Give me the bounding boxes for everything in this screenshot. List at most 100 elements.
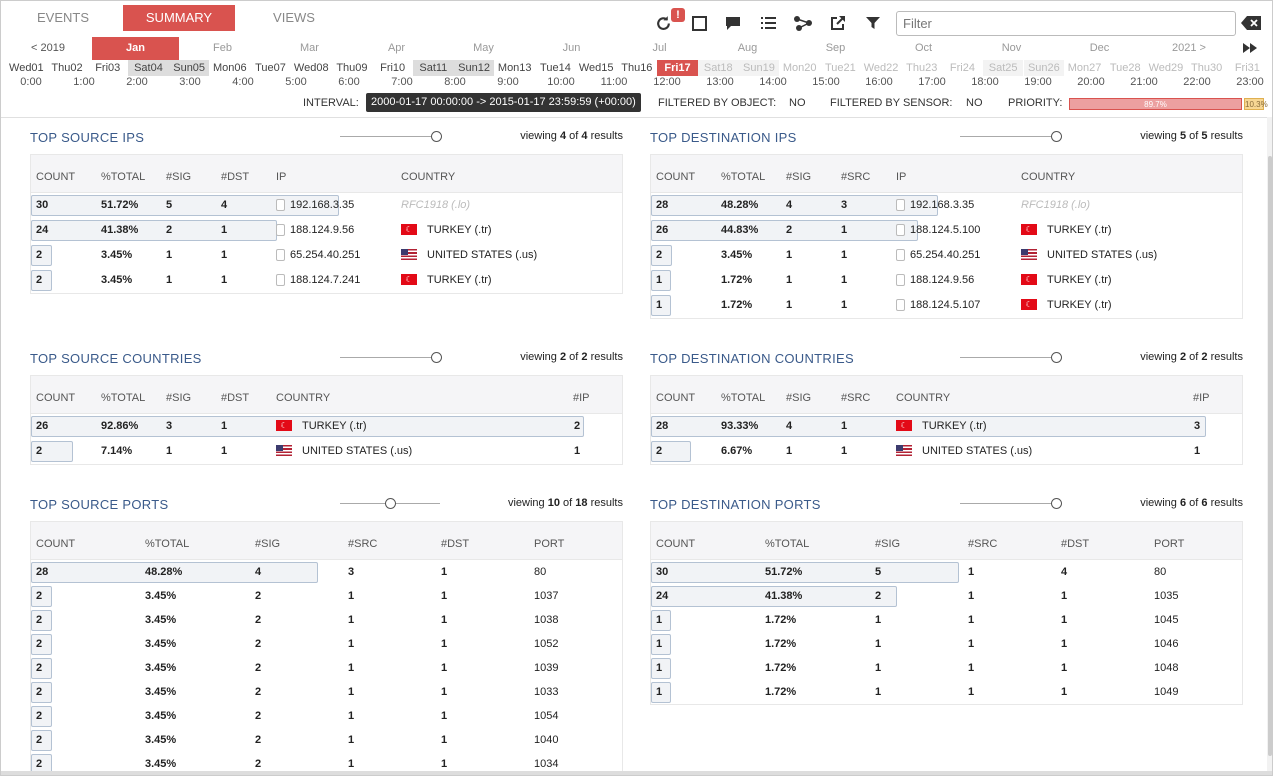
day-fri24[interactable]: Fri24 (942, 60, 983, 76)
month-jun[interactable]: Jun (528, 37, 615, 60)
select-checkbox[interactable] (896, 224, 905, 236)
column-header-total[interactable]: %TOTAL (721, 171, 765, 183)
table-row[interactable]: 24 41.38% 2 1 188.124.9.56 ☾ TURKEY (.tr) (31, 218, 622, 243)
table-row[interactable]: 2 3.45% 1 1 188.124.7.241 ☾ TURKEY (.tr) (31, 268, 622, 293)
day-sat04[interactable]: Sat04 (128, 60, 169, 76)
select-checkbox[interactable] (276, 224, 285, 236)
horizontal-scrollbar[interactable] (1, 771, 1272, 775)
day-mon20[interactable]: Mon20 (779, 60, 820, 76)
day-mon06[interactable]: Mon06 (210, 60, 251, 76)
cell-ip[interactable]: 192.168.3.35 (290, 199, 354, 211)
day-fri10[interactable]: Fri10 (372, 60, 413, 76)
month-apr[interactable]: Apr (353, 37, 440, 60)
cell-country[interactable]: UNITED STATES (.us) (922, 445, 1032, 457)
day-tue21[interactable]: Tue21 (820, 60, 861, 76)
month-mar[interactable]: Mar (266, 37, 353, 60)
month-nov[interactable]: Nov (968, 37, 1055, 60)
column-header-country[interactable]: COUNTRY (1021, 171, 1075, 183)
table-row[interactable]: 1 1.72% 1 1 188.124.9.56 ☾ TURKEY (.tr) (651, 268, 1242, 293)
table-row[interactable]: 30 51.72% 5 4 192.168.3.35 RFC1918 (.lo) (31, 193, 622, 218)
select-checkbox[interactable] (276, 199, 285, 211)
column-header-count[interactable]: COUNT (36, 171, 75, 183)
table-row[interactable]: 2 3.45% 2 1 1 1039 (31, 656, 622, 680)
day-mon27[interactable]: Mon27 (1064, 60, 1105, 76)
vertical-scroll-thumb[interactable] (1268, 156, 1272, 756)
results-slider[interactable] (960, 352, 1062, 363)
month-oct[interactable]: Oct (880, 37, 967, 60)
filter-icon[interactable] (862, 12, 884, 34)
month-dec[interactable]: Dec (1056, 37, 1143, 60)
cell-country[interactable]: TURKEY (.tr) (427, 224, 492, 236)
table-row[interactable]: 1 1.72% 1 1 188.124.5.107 ☾ TURKEY (.tr) (651, 293, 1242, 318)
column-header-count[interactable]: COUNT (656, 171, 695, 183)
table-row[interactable]: 2 3.45% 2 1 1 1037 (31, 584, 622, 608)
column-header-port[interactable]: PORT (534, 538, 564, 550)
day-thu30[interactable]: Thu30 (1186, 60, 1227, 76)
table-row[interactable]: 30 51.72% 5 1 4 80 (651, 560, 1242, 584)
cell-ip[interactable]: 188.124.9.56 (290, 224, 354, 236)
day-sat11[interactable]: Sat11 (413, 60, 454, 76)
day-wed01[interactable]: Wed01 (6, 60, 47, 76)
table-row[interactable]: 2 3.45% 2 1 1 1054 (31, 704, 622, 728)
cell-country[interactable]: TURKEY (.tr) (1047, 299, 1112, 311)
cell-country[interactable]: TURKEY (.tr) (302, 420, 367, 432)
select-checkbox[interactable] (896, 274, 905, 286)
column-header-sig[interactable]: #SIG (875, 538, 900, 550)
day-fri03[interactable]: Fri03 (87, 60, 128, 76)
column-header-total[interactable]: %TOTAL (721, 392, 765, 404)
table-row[interactable]: 2 3.45% 1 1 65.254.40.251 UNITED STATES (.us) (31, 243, 622, 268)
table-row[interactable]: 28 48.28% 4 3 1 80 (31, 560, 622, 584)
table-row[interactable]: 2 3.45% 2 1 1 1052 (31, 632, 622, 656)
slider-knob[interactable] (1051, 352, 1062, 363)
table-row[interactable]: 28 48.28% 4 3 192.168.3.35 RFC1918 (.lo) (651, 193, 1242, 218)
cell-country[interactable]: UNITED STATES (.us) (1047, 249, 1157, 261)
cell-ip[interactable]: 188.124.5.100 (910, 224, 980, 236)
fullscreen-icon[interactable] (688, 12, 710, 34)
day-sun26[interactable]: Sun26 (1023, 60, 1065, 76)
comment-icon[interactable] (722, 12, 744, 34)
table-row[interactable]: 1 1.72% 1 1 1 1048 (651, 656, 1242, 680)
day-sun05[interactable]: Sun05 (168, 60, 210, 76)
day-wed08[interactable]: Wed08 (291, 60, 332, 76)
table-row[interactable]: 1 1.72% 1 1 1 1045 (651, 608, 1242, 632)
day-thu23[interactable]: Thu23 (901, 60, 942, 76)
fast-forward-icon[interactable] (1239, 37, 1261, 60)
column-header-sig[interactable]: #SIG (166, 392, 191, 404)
slider-knob[interactable] (1051, 498, 1062, 509)
graph-icon[interactable] (792, 12, 814, 34)
column-header-dst[interactable]: #DST (221, 171, 249, 183)
column-header-dst[interactable]: #DST (221, 392, 249, 404)
column-header-src[interactable]: #SRC (841, 392, 870, 404)
cell-country[interactable]: UNITED STATES (.us) (427, 249, 537, 261)
list-icon[interactable] (757, 12, 779, 34)
column-header-country[interactable]: COUNTRY (896, 392, 950, 404)
column-header-src[interactable]: #SRC (841, 171, 870, 183)
slider-knob[interactable] (1051, 131, 1062, 142)
day-wed29[interactable]: Wed29 (1146, 60, 1187, 76)
clear-filter-icon[interactable] (1240, 12, 1262, 34)
column-header-total[interactable]: %TOTAL (145, 538, 189, 550)
day-wed15[interactable]: Wed15 (576, 60, 617, 76)
month-feb[interactable]: Feb (179, 37, 266, 60)
month-jul[interactable]: Jul (616, 37, 703, 60)
column-header-sig[interactable]: #SIG (786, 171, 811, 183)
cell-ip[interactable]: 65.254.40.251 (290, 249, 360, 261)
table-row[interactable]: 26 44.83% 2 1 188.124.5.100 ☾ TURKEY (.tr) (651, 218, 1242, 243)
select-checkbox[interactable] (896, 299, 905, 311)
results-slider[interactable] (340, 498, 440, 509)
column-header-dst[interactable]: #DST (441, 538, 469, 550)
day-wed22[interactable]: Wed22 (861, 60, 902, 76)
table-row[interactable]: 24 41.38% 2 1 1 1035 (651, 584, 1242, 608)
column-header-country[interactable]: COUNTRY (276, 392, 330, 404)
slider-knob[interactable] (385, 498, 396, 509)
column-header-sig[interactable]: #SIG (255, 538, 280, 550)
month-may[interactable]: May (440, 37, 527, 60)
results-slider[interactable] (340, 131, 442, 142)
column-header-port[interactable]: PORT (1154, 538, 1184, 550)
day-sun19[interactable]: Sun19 (738, 60, 780, 76)
day-sat18[interactable]: Sat18 (697, 60, 739, 76)
results-slider[interactable] (340, 352, 442, 363)
column-header-total[interactable]: %TOTAL (101, 171, 145, 183)
day-fri17[interactable]: Fri17 (657, 60, 698, 76)
filter-input[interactable] (896, 11, 1236, 36)
